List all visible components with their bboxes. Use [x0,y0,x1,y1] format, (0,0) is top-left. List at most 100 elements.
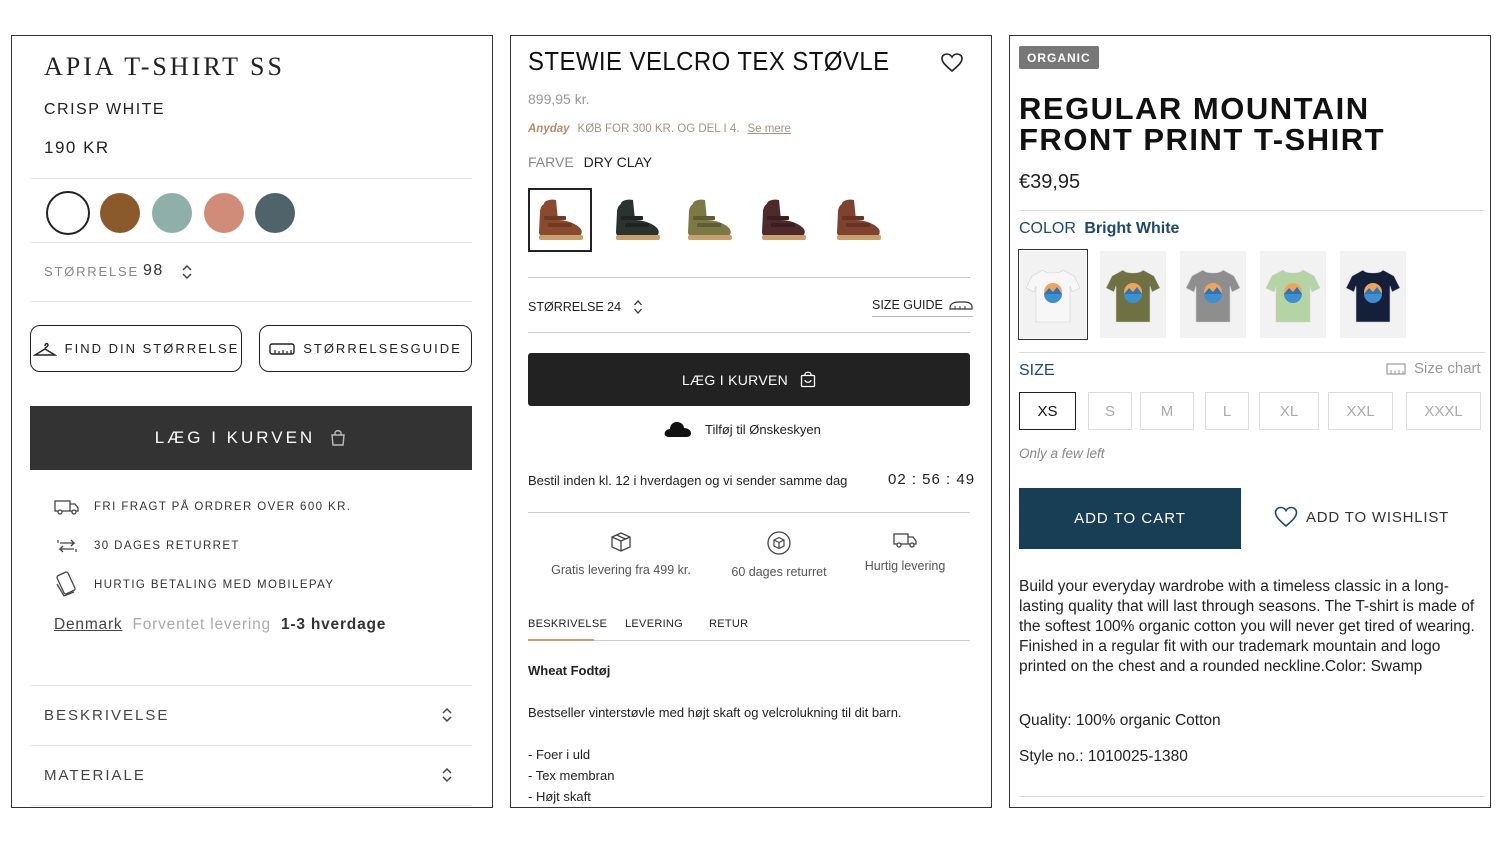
color-thumbnail-boot-black[interactable] [605,188,669,252]
size-label: STØRRELSE 24 [528,300,622,314]
perk-text: Gratis levering fra 499 kr. [551,563,691,577]
add-to-cart-button[interactable]: ADD TO CART [1019,488,1241,549]
color-label: COLOR [1019,220,1076,237]
color-value: DRY CLAY [583,154,653,170]
hanger-icon [32,341,57,357]
find-size-button[interactable]: FIND DIN STØRRELSE [30,325,242,372]
add-to-wishlist[interactable]: Tilføj til Ønskeskyen [663,419,821,439]
feature-free-shipping: FRI FRAGT PÅ ORDRER OVER 600 KR. [54,498,351,516]
phone-payment-icon [54,570,80,600]
boot-icon [616,199,660,240]
size-guide-label: SIZE GUIDE [872,298,943,312]
size-option-xxxl[interactable]: XXXL [1406,392,1481,430]
add-to-cart-button[interactable]: LÆG I KURVEN [528,353,970,406]
country-link[interactable]: Denmark [54,616,122,634]
anyday-link[interactable]: Se mere [747,123,790,135]
return-arrows-icon [54,535,80,557]
feature-text: HURTIG BETALING MED MOBILEPAY [94,579,335,591]
truck-icon [825,530,985,550]
brand-name: Wheat Fodtøj [528,663,611,678]
divider [30,301,472,302]
size-option-l[interactable]: L [1205,392,1249,430]
add-to-cart-button[interactable]: LÆG I KURVEN [30,406,472,470]
size-label: SIZE [1019,362,1055,379]
swatch-sage[interactable] [152,193,192,233]
size-option-m[interactable]: M [1140,392,1194,430]
truck-icon [54,498,80,516]
divider [30,805,472,806]
size-option-xs[interactable]: XS [1019,392,1076,430]
size-selector[interactable]: STØRRELSE 24 [528,298,643,316]
color-row: COLOR Bright White [1019,220,1179,238]
swatch-crisp-white[interactable] [46,191,90,235]
boot-icon [539,199,583,240]
color-thumbnail-tee-white[interactable] [1018,249,1088,340]
size-value: 98 [143,262,164,279]
bullet-item: - Tex membran [528,768,615,783]
color-thumbnail-tee-navy[interactable] [1340,251,1406,338]
ruler-icon [269,342,295,356]
size-option-s[interactable]: S [1088,392,1132,430]
color-thumbnail-tee-olive[interactable] [1100,251,1166,338]
divider [1019,796,1485,797]
color-thumbnail-boot-plum[interactable] [751,188,815,252]
bullet-item: - Højt skaft [528,789,591,804]
find-size-label: FIND DIN STØRRELSE [64,341,240,356]
product-title: STEWIE VELCRO TEX STØVLE [528,46,890,76]
size-option-xl[interactable]: XL [1259,392,1319,430]
size-selector[interactable]: 98 [143,262,164,280]
cart-label: ADD TO CART [1074,510,1186,527]
delivery-value: 1-3 hverdage [280,616,387,633]
divider [1019,352,1485,353]
accordion-description[interactable]: BESKRIVELSE [44,707,169,724]
perk-free-delivery: Gratis levering fra 499 kr. [541,530,701,577]
add-to-wishlist-button[interactable]: ADD TO WISHLIST [1274,506,1449,528]
product-panel-stewie: STEWIE VELCRO TEX STØVLE 899,95 kr. Anyd… [510,35,992,808]
feature-returns: 30 DAGES RETURRET [54,535,240,557]
size-label: STØRRELSE [44,264,139,279]
tab-returns[interactable]: RETUR [709,618,748,630]
heart-icon [1274,506,1298,528]
size-chart-link[interactable]: Size chart [1386,360,1481,377]
style-number: Style no.: 1010025-1380 [1019,748,1188,765]
color-row: FARVE DRY CLAY [528,154,652,170]
size-chart-label: Size chart [1414,360,1481,377]
cart-label: LÆG I KURVEN [154,428,316,447]
swatch-rose[interactable] [204,193,244,233]
wishlist-label: Tilføj til Ønskeskyen [705,421,821,437]
selected-color-name: CRISP WHITE [44,101,166,118]
perk-text: 60 dages returret [731,565,827,579]
color-thumbnail-tee-grey[interactable] [1180,251,1246,338]
stock-note: Only a few left [1019,446,1105,461]
cart-label: LÆG I KURVEN [681,371,789,388]
tab-delivery[interactable]: LEVERING [625,618,683,630]
color-thumbnail-boot-brown[interactable] [528,188,592,252]
anyday-text: KØB FOR 300 KR. OG DEL I 4. [577,123,740,135]
swatch-brown[interactable] [100,193,140,233]
color-value: Bright White [1084,220,1180,237]
swatch-slate[interactable] [255,193,295,233]
boot-icon [837,199,881,240]
chevron-up-down-icon[interactable] [441,706,453,724]
divider [528,332,970,333]
color-thumbnail-tee-mint[interactable] [1260,251,1326,338]
heart-icon[interactable] [941,53,963,73]
anyday-financing: Anyday KØB FOR 300 KR. OG DEL I 4. Se me… [528,123,791,135]
divider [528,512,970,513]
color-thumbnail-boot-clay[interactable] [826,188,890,252]
accordion-material[interactable]: MATERIALE [44,767,146,784]
size-guide-link[interactable]: SIZE GUIDE [872,298,973,317]
color-thumbnail-boot-olive[interactable] [677,188,741,252]
size-option-xxl[interactable]: XXL [1328,392,1393,430]
organic-badge: ORGANIC [1019,46,1099,69]
chevron-up-down-icon[interactable] [181,263,193,281]
product-price: 190 KR [44,138,110,157]
tab-description[interactable]: BESKRIVELSE [528,618,607,630]
product-title: APIA T-SHIRT SS [44,52,285,81]
title-line: REGULAR MOUNTAIN [1019,91,1370,126]
feature-mobilepay: HURTIG BETALING MED MOBILEPAY [54,570,334,600]
chevron-up-down-icon[interactable] [441,766,453,784]
active-tab-indicator [528,639,594,641]
tshirt-icon [1105,269,1161,322]
size-guide-button[interactable]: STØRRELSESGUIDE [259,325,472,372]
